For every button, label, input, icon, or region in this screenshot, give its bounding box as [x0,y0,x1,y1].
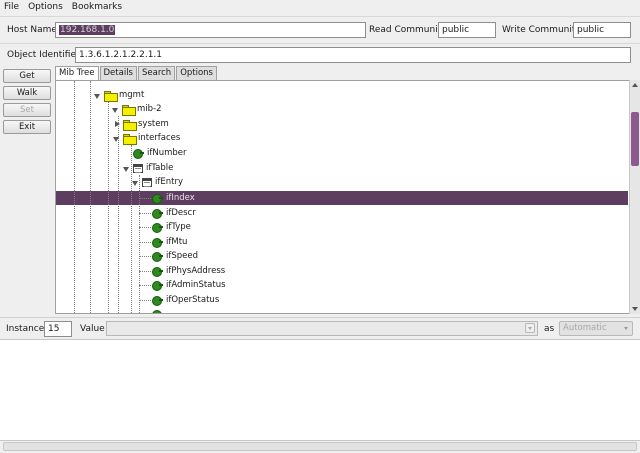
leaf-node-icon [152,209,163,219]
tree-guide [74,81,75,313]
tree-node-iftable[interactable]: ifTable [122,161,173,175]
tree-guide [118,116,119,313]
expander-icon[interactable] [93,91,102,100]
value-label: Value [80,324,105,334]
tab-mib-tree[interactable]: Mib Tree [55,66,99,81]
host-name-input[interactable]: 192.168.1.0 [55,22,366,38]
tab-details[interactable]: Details [99,66,137,80]
value-input[interactable] [106,321,538,336]
tree-guide [139,198,151,199]
tree-scrollbar[interactable] [629,80,640,314]
leaf-node-icon [152,223,163,233]
set-button[interactable]: Set [3,103,51,117]
as-label: as [544,324,555,334]
tree-guide [139,175,140,313]
menu-bookmarks[interactable]: Bookmarks [72,2,122,12]
output-area[interactable] [0,339,640,440]
expander-icon[interactable] [122,164,131,173]
tree-node-ifphysaddress[interactable]: ifPhysAddress [152,264,225,278]
tree-node-ifentry[interactable]: ifEntry [131,175,183,189]
tree-node-interfaces[interactable]: interfaces [112,131,180,145]
table-icon [133,163,143,173]
leaf-node-icon [133,149,144,159]
folder-icon [123,133,137,145]
tree-node-partial[interactable] [152,307,163,313]
tree-guide [139,300,151,301]
write-community-label: Write Community [502,25,581,35]
leaf-node-icon [152,296,163,306]
tree-node-system[interactable]: system [112,117,169,131]
tree-guide [139,285,151,286]
exit-button[interactable]: Exit [3,120,51,134]
expander-icon[interactable] [112,134,121,143]
leaf-node-icon [152,267,163,277]
tab-options[interactable]: Options [176,66,217,80]
scroll-up-icon[interactable] [632,83,638,87]
leaf-node-icon [152,194,163,204]
folder-icon [123,119,137,131]
chevron-down-icon [624,327,628,330]
tree-guide [139,213,151,214]
tab-bar: Mib Tree Details Search Options [55,66,218,81]
host-name-value: 192.168.1.0 [59,25,116,35]
menu-file[interactable]: File [4,2,19,12]
leaf-node-icon [152,281,163,291]
object-identifier-input[interactable]: 1.3.6.1.2.1.2.2.1.1 [75,47,631,63]
tree-guide [139,271,151,272]
tree-node-ifindex[interactable]: ifIndex [152,191,195,205]
expander-icon[interactable] [131,178,140,187]
tree-node-ifnumber[interactable]: ifNumber [133,146,187,160]
scrollbar-thumb[interactable] [631,112,639,166]
tree-guide [139,227,151,228]
folder-icon [122,104,136,116]
tree-node-iftype[interactable]: ifType [152,220,191,234]
tab-search[interactable]: Search [137,66,176,80]
write-community-input[interactable]: public [573,22,631,38]
tree-node-ifspeed[interactable]: ifSpeed [152,249,198,263]
table-icon [142,177,152,187]
instance-input[interactable]: 15 [44,321,72,337]
tree-guide [108,101,109,313]
tree-node-mib2[interactable]: mib-2 [111,102,162,116]
host-row: Host Name 192.168.1.0 Read Community pub… [0,16,640,44]
leaf-node-icon [152,252,163,262]
tree-node-mgmt[interactable]: mgmt [93,88,144,102]
action-buttons: Get Walk Set Exit [3,69,51,137]
host-name-label: Host Name [7,25,57,35]
read-community-input[interactable]: public [438,22,496,38]
mib-tree[interactable]: mgmt mib-2 system interfaces ifNumber if… [55,80,640,314]
tree-node-ifmtu[interactable]: ifMtu [152,235,187,249]
folder-icon [104,90,118,102]
tree-guide [139,256,151,257]
object-identifier-label: Object Identifier [7,50,80,60]
tree-node-ifoperstatus[interactable]: ifOperStatus [152,293,219,307]
tree-node-ifdescr[interactable]: ifDescr [152,206,196,220]
type-select[interactable]: Automatic [559,321,633,336]
tree-guide [139,242,151,243]
oid-row: Object Identifier 1.3.6.1.2.1.2.2.1.1 [0,44,640,66]
leaf-node-icon [152,310,163,313]
menu-options[interactable]: Options [28,2,63,12]
value-dropdown-icon[interactable] [525,323,535,333]
tree-node-ifadminstatus[interactable]: ifAdminStatus [152,278,226,292]
read-community-label: Read Community [369,25,447,35]
tree-guide [90,81,91,313]
value-row: Instance 15 Value as Automatic [0,317,640,339]
expander-icon[interactable] [112,120,121,129]
scroll-down-icon[interactable] [632,307,638,311]
walk-button[interactable]: Walk [3,86,51,100]
menu-bar: File Options Bookmarks [0,0,640,14]
leaf-node-icon [152,238,163,248]
instance-label: Instance [6,324,45,334]
expander-icon[interactable] [111,105,120,114]
get-button[interactable]: Get [3,69,51,83]
horizontal-scrollbar[interactable] [3,442,637,451]
